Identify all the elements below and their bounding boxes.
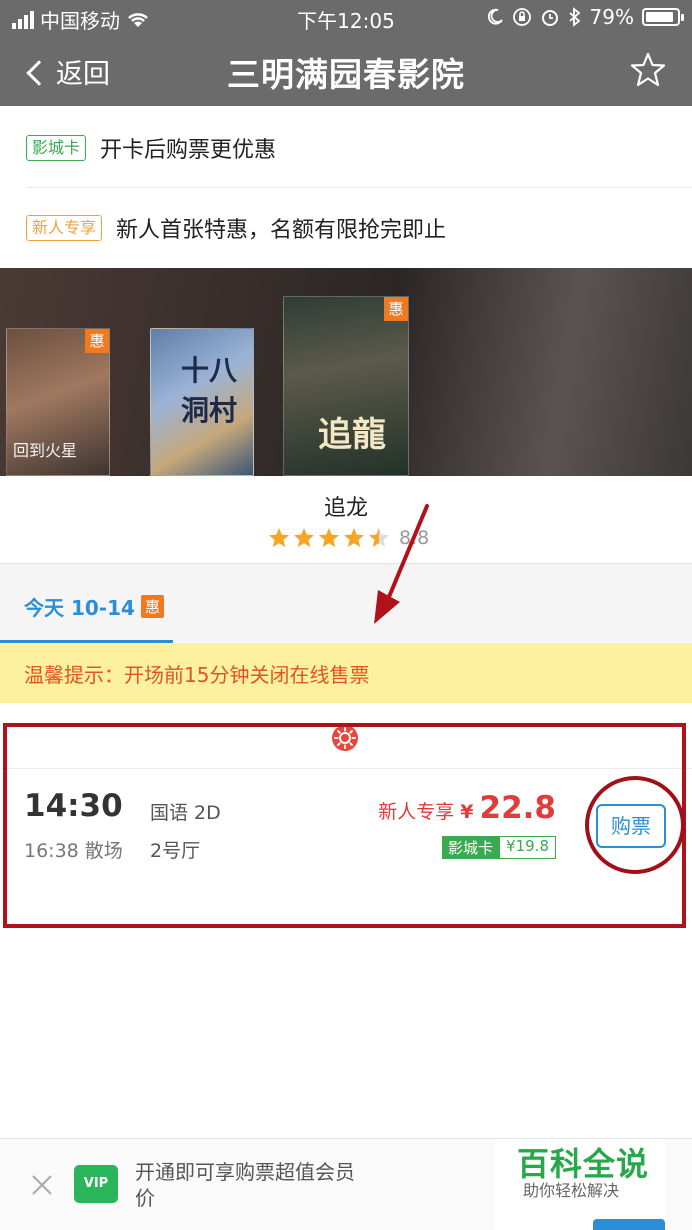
page-title: 三明满园春影院 — [227, 55, 465, 94]
vip-promo-bar[interactable]: VIP 开通即可享购票超值会员价 百科全说 助你轻松解决 — [0, 1138, 692, 1230]
status-bar: 中国移动 下午12:05 79% — [0, 0, 692, 36]
watermark-subtitle: 助你轻松解决 — [523, 1181, 620, 1200]
rotation-lock-icon — [512, 8, 531, 26]
poster-huidaohuoxing[interactable]: 惠 回到火星 — [6, 328, 110, 476]
poster-title: 追龍 — [318, 415, 386, 455]
discount-badge: 惠 — [85, 329, 109, 353]
poster-carousel[interactable]: 惠 回到火星 十八洞村 惠 追龍 — [0, 268, 692, 476]
discount-badge: 惠 — [140, 595, 164, 618]
annotation-arrow-icon — [374, 504, 429, 624]
vip-icon: VIP — [74, 1165, 118, 1203]
annotation-highlight-circle — [585, 776, 685, 874]
poster-shibadongcun[interactable]: 十八洞村 — [150, 328, 254, 476]
header: 中国移动 下午12:05 79% 返回 三明满园春影院 — [0, 0, 692, 106]
movie-name: 追龙 — [323, 496, 368, 521]
poster-zhuilong-selected[interactable]: 惠 追龍 — [283, 296, 409, 476]
promo-text: 开卡后购票更优惠 — [100, 138, 277, 163]
cinema-card-tag: 影城卡 — [26, 135, 87, 161]
favorite-star-icon[interactable] — [628, 50, 668, 90]
promo-text: 新人首张特惠，名额有限抢完即止 — [116, 218, 447, 243]
annotation-highlight-box — [3, 723, 686, 928]
tab-label: 今天 10-14 — [24, 596, 135, 620]
star-icon — [269, 528, 289, 547]
bluetooth-icon — [568, 7, 580, 27]
tab-today[interactable]: 今天 10-14 惠 — [24, 592, 164, 621]
poster-title: 十八洞村 — [181, 354, 238, 427]
battery-icon — [642, 8, 684, 26]
poster-title: 回到火星 — [13, 441, 78, 460]
alarm-icon — [541, 10, 558, 26]
moon-icon — [487, 8, 503, 25]
promo-newuser-row[interactable]: 新人专享 新人首张特惠，名额有限抢完即止 — [0, 188, 692, 268]
nav-bar: 返回 三明满园春影院 — [0, 36, 692, 106]
watermark-logo: 百科全说 助你轻松解决 — [495, 1139, 665, 1230]
date-tabs: 今天 10-14 惠 — [0, 563, 692, 644]
discount-badge: 惠 — [384, 297, 408, 321]
vip-promo-text: 开通即可享购票超值会员价 — [135, 1160, 355, 1210]
new-user-tag: 新人专享 — [26, 215, 103, 241]
promo-card-row[interactable]: 影城卡 开卡后购票更优惠 — [0, 108, 692, 188]
notice-banner: 温馨提示：开场前15分钟关闭在线售票 — [0, 643, 692, 703]
star-icon — [294, 528, 314, 547]
star-icon — [319, 528, 339, 547]
close-icon[interactable] — [30, 1173, 54, 1197]
battery-label: 79% — [589, 5, 634, 29]
open-vip-button[interactable] — [593, 1219, 665, 1230]
status-right: 79% — [486, 5, 684, 29]
